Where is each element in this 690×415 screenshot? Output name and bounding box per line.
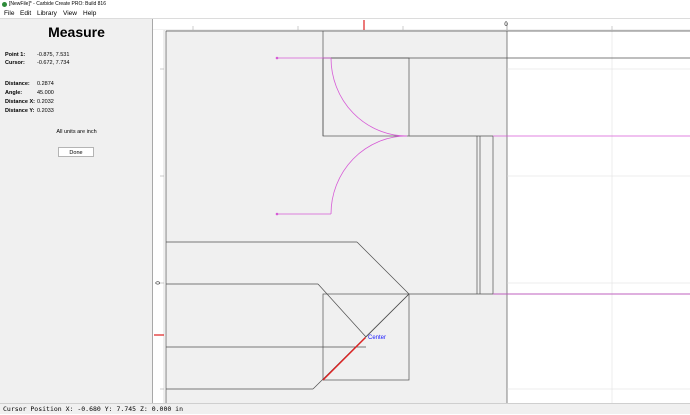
cursor-row: Cursor: -0.672, 7.734 <box>5 60 69 66</box>
distance-x-value: 0.2032 <box>37 99 54 105</box>
menu-file[interactable]: File <box>4 9 14 19</box>
design-canvas[interactable]: 0 0 Center <box>153 19 690 403</box>
measure-panel: Measure Point 1: -0.875, 7.531 Cursor: -0.… <box>0 19 153 403</box>
distance-x-label: Distance X: <box>5 99 35 105</box>
panel-title: Measure <box>48 24 105 40</box>
point1-row: Point 1: -0.875, 7.531 <box>5 52 69 58</box>
angle-value: 45.000 <box>37 90 54 96</box>
menu-view[interactable]: View <box>63 9 77 19</box>
distance-row: Distance: 0.2874 <box>5 81 54 87</box>
distance-x-row: Distance X: 0.2032 <box>5 99 54 105</box>
point1-value: -0.875, 7.531 <box>37 52 70 58</box>
left-ruler <box>153 30 164 403</box>
top-ruler <box>153 19 690 30</box>
window-title: [NewFile]* - Carbide Create PRO: Build 8… <box>9 1 106 7</box>
done-button[interactable]: Done <box>58 147 94 157</box>
menu-bar: File Edit Library View Help <box>0 9 690 19</box>
menu-edit[interactable]: Edit <box>20 9 31 19</box>
cursor-label: Cursor: <box>5 60 25 66</box>
app-icon <box>2 2 7 7</box>
title-bar: [NewFile]* - Carbide Create PRO: Build 8… <box>0 0 690 9</box>
menu-library[interactable]: Library <box>37 9 57 19</box>
cursor-value: -0.672, 7.734 <box>37 60 70 66</box>
distance-y-label: Distance Y: <box>5 108 35 114</box>
distance-value: 0.2874 <box>37 81 54 87</box>
angle-label: Angle: <box>5 90 23 96</box>
menu-help[interactable]: Help <box>83 9 96 19</box>
cursor-position-text: Cursor Position X: -0.680 Y: 7.745 Z: 0.… <box>3 405 184 413</box>
status-bar: Cursor Position X: -0.680 Y: 7.745 Z: 0.… <box>0 403 690 414</box>
center-snap-label: Center <box>368 335 386 341</box>
point1-label: Point 1: <box>5 52 26 58</box>
units-note: All units are inch <box>56 129 97 135</box>
angle-row: Angle: 45.000 <box>5 90 54 96</box>
distance-label: Distance: <box>5 81 30 87</box>
distance-y-row: Distance Y: 0.2033 <box>5 108 54 114</box>
distance-y-value: 0.2033 <box>37 108 54 114</box>
canvas-drawing[interactable]: 0 0 Center <box>153 19 690 403</box>
